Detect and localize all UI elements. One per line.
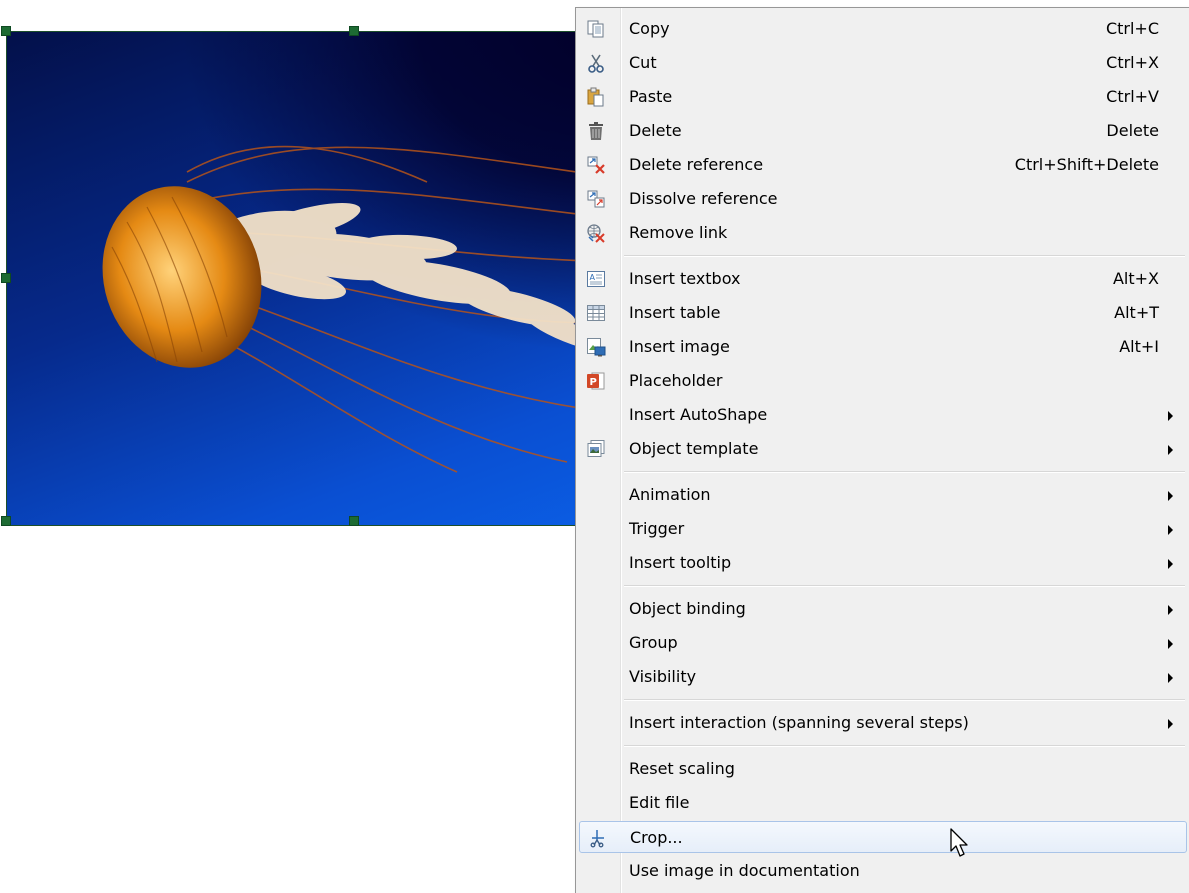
menu-item-object-template[interactable]: Object template [579, 433, 1187, 465]
resize-handle-middle-left[interactable] [1, 273, 11, 283]
submenu-arrow-icon [1168, 445, 1173, 455]
menu-label: Group [629, 633, 678, 652]
menu-separator [624, 745, 1185, 747]
menu-item-insert-textbox[interactable]: A Insert textbox Alt+X [579, 263, 1187, 295]
menu-label: Crop... [630, 828, 683, 847]
resize-handle-top-middle[interactable] [349, 26, 359, 36]
image-icon [584, 336, 608, 358]
menu-label: Copy [629, 19, 670, 38]
menu-item-remove-link[interactable]: Remove link [579, 217, 1187, 249]
placeholder-icon: P [584, 370, 608, 392]
menu-separator [624, 471, 1185, 473]
menu-label: Insert image [629, 337, 730, 356]
menu-label: Paste [629, 87, 673, 106]
menu-item-reset-scaling[interactable]: Reset scaling [579, 753, 1187, 785]
menu-label: Edit file [629, 793, 690, 812]
menu-label: Visibility [629, 667, 697, 686]
menu-label: Cut [629, 53, 657, 72]
trash-icon [584, 120, 608, 142]
object-template-icon [584, 438, 608, 460]
context-menu: Copy Ctrl+C Cut Ctrl+X Paste Ctrl+V Dele… [575, 7, 1189, 893]
submenu-arrow-icon [1168, 673, 1173, 683]
menu-item-insert-tooltip[interactable]: Insert tooltip [579, 547, 1187, 579]
menu-item-insert-interaction[interactable]: Insert interaction (spanning several ste… [579, 707, 1187, 739]
menu-item-insert-image[interactable]: Insert image Alt+I [579, 331, 1187, 363]
table-icon [584, 302, 608, 324]
menu-label: Insert interaction (spanning several ste… [629, 713, 969, 732]
crop-icon [585, 827, 609, 849]
jellyfish-photo [102, 145, 645, 473]
menu-label: Remove link [629, 223, 728, 242]
svg-text:P: P [590, 377, 597, 388]
submenu-arrow-icon [1168, 719, 1173, 729]
menu-label: Delete reference [629, 155, 764, 174]
menu-item-animation[interactable]: Animation [579, 479, 1187, 511]
menu-item-placeholder[interactable]: P Placeholder [579, 365, 1187, 397]
menu-item-copy[interactable]: Copy Ctrl+C [579, 13, 1187, 45]
menu-label: Placeholder [629, 371, 723, 390]
menu-item-paste[interactable]: Paste Ctrl+V [579, 81, 1187, 113]
menu-separator [624, 255, 1185, 257]
menu-label: Object template [629, 439, 759, 458]
submenu-arrow-icon [1168, 559, 1173, 569]
menu-item-object-binding[interactable]: Object binding [579, 593, 1187, 625]
menu-label: Animation [629, 485, 711, 504]
menu-separator [624, 585, 1185, 587]
submenu-arrow-icon [1168, 411, 1173, 421]
menu-label: Use image in documentation [629, 861, 860, 880]
svg-text:A: A [590, 273, 596, 282]
menu-item-trigger[interactable]: Trigger [579, 513, 1187, 545]
selected-image[interactable] [6, 31, 646, 526]
menu-label: Trigger [629, 519, 685, 538]
menu-label: Object binding [629, 599, 746, 618]
menu-shortcut: Ctrl+Shift+Delete [1014, 155, 1159, 174]
menu-item-insert-autoshape[interactable]: Insert AutoShape [579, 399, 1187, 431]
menu-label: Insert AutoShape [629, 405, 768, 424]
mouse-cursor-icon [950, 828, 968, 857]
menu-shortcut: Delete [1106, 121, 1159, 140]
menu-shortcut: Ctrl+X [1106, 53, 1159, 72]
submenu-arrow-icon [1168, 639, 1173, 649]
delete-reference-icon [584, 154, 608, 176]
menu-shortcut: Alt+I [1119, 337, 1159, 356]
menu-item-insert-table[interactable]: Insert table Alt+T [579, 297, 1187, 329]
submenu-arrow-icon [1168, 605, 1173, 615]
textbox-icon: A [584, 268, 608, 290]
menu-item-cut[interactable]: Cut Ctrl+X [579, 47, 1187, 79]
menu-item-group[interactable]: Group [579, 627, 1187, 659]
submenu-arrow-icon [1168, 525, 1173, 535]
menu-item-crop[interactable]: Crop... [579, 821, 1187, 853]
menu-label: Dissolve reference [629, 189, 778, 208]
dissolve-reference-icon [584, 188, 608, 210]
menu-shortcut: Ctrl+C [1105, 19, 1159, 38]
menu-shortcut: Ctrl+V [1106, 87, 1159, 106]
copy-icon [584, 18, 608, 40]
menu-shortcut: Alt+X [1112, 269, 1159, 288]
resize-handle-bottom-left[interactable] [1, 516, 11, 526]
remove-link-icon [584, 222, 608, 244]
resize-handle-bottom-middle[interactable] [349, 516, 359, 526]
paste-icon [584, 86, 608, 108]
menu-label: Insert textbox [629, 269, 741, 288]
menu-item-visibility[interactable]: Visibility [579, 661, 1187, 693]
resize-handle-top-left[interactable] [1, 26, 11, 36]
menu-item-delete[interactable]: Delete Delete [579, 115, 1187, 147]
submenu-arrow-icon [1168, 491, 1173, 501]
menu-item-edit-file[interactable]: Edit file [579, 787, 1187, 819]
menu-label: Insert table [629, 303, 721, 322]
scissors-icon [584, 52, 608, 74]
menu-label: Reset scaling [629, 759, 735, 778]
menu-label: Insert tooltip [629, 553, 732, 572]
menu-shortcut: Alt+T [1114, 303, 1159, 322]
menu-label: Delete [629, 121, 682, 140]
menu-item-delete-reference[interactable]: Delete reference Ctrl+Shift+Delete [579, 149, 1187, 181]
menu-item-dissolve-reference[interactable]: Dissolve reference [579, 183, 1187, 215]
menu-separator [624, 699, 1185, 701]
menu-item-use-image-in-documentation[interactable]: Use image in documentation [579, 855, 1187, 887]
